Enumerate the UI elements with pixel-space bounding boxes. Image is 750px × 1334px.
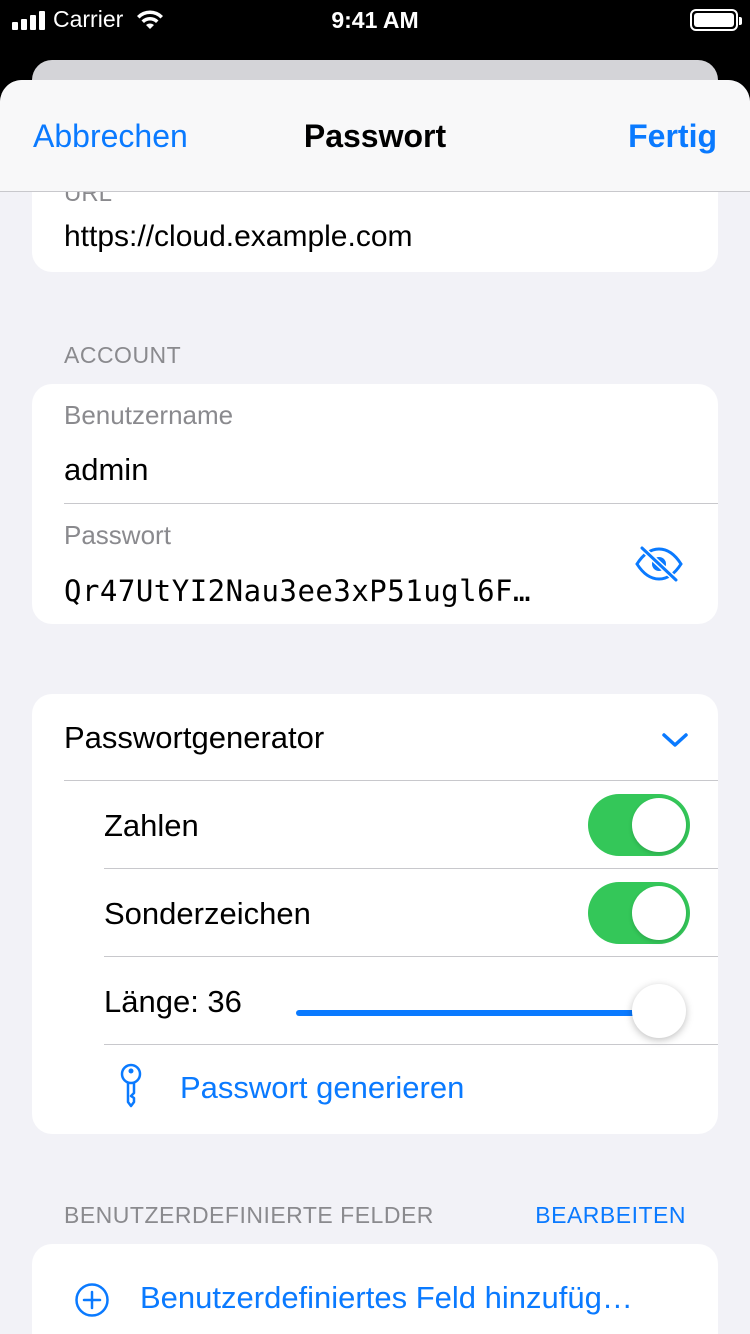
divider — [104, 868, 718, 869]
length-label: Länge: 36 — [104, 984, 242, 1019]
add-custom-field-button[interactable]: Benutzerdefiniertes Feld hinzufüg… — [140, 1280, 633, 1316]
done-button[interactable]: Fertig — [628, 118, 717, 155]
divider — [104, 956, 718, 957]
length-slider[interactable] — [296, 1010, 658, 1016]
username-label: Benutzername — [64, 400, 234, 430]
divider — [64, 503, 718, 504]
battery-icon — [690, 9, 742, 31]
divider — [64, 780, 718, 781]
password-field[interactable]: Qr47UtYI2Nau3ee3xP51ugl6F… — [64, 574, 624, 608]
chevron-down-icon[interactable] — [660, 730, 690, 750]
cancel-button[interactable]: Abbrechen — [33, 118, 188, 155]
generate-password-button[interactable]: Passwort generieren — [180, 1070, 464, 1106]
account-card: Benutzername admin Passwort Qr47UtYI2Nau… — [32, 384, 718, 624]
password-generator-card: Passwortgenerator Zahlen Sonderzeichen L… — [32, 694, 718, 1134]
custom-fields-card: Benutzerdefiniertes Feld hinzufüg… — [32, 1244, 718, 1334]
edit-custom-fields-button[interactable]: BEARBEITEN — [535, 1202, 686, 1229]
generator-title[interactable]: Passwortgenerator — [64, 720, 324, 756]
custom-fields-header: BENUTZERDEFINIERTE FELDER — [64, 1202, 434, 1228]
navigation-bar: Abbrechen Passwort Fertig — [0, 80, 750, 192]
username-field[interactable]: admin — [64, 452, 148, 488]
special-chars-label: Sonderzeichen — [104, 896, 311, 931]
plus-circle-icon[interactable] — [74, 1282, 110, 1318]
numbers-label: Zahlen — [104, 808, 199, 843]
divider — [104, 1044, 718, 1045]
account-section-header: ACCOUNT — [64, 342, 182, 368]
key-icon — [120, 1063, 142, 1108]
status-bar: Carrier 9:41 AM — [0, 0, 750, 40]
password-label: Passwort — [64, 520, 171, 550]
special-chars-toggle[interactable] — [588, 882, 690, 944]
numbers-toggle[interactable] — [588, 794, 690, 856]
status-time: 9:41 AM — [331, 7, 419, 33]
url-field[interactable]: https://cloud.example.com — [64, 220, 413, 254]
password-sheet: Abbrechen Passwort Fertig URL https://cl… — [0, 80, 750, 1334]
length-slider-thumb[interactable] — [632, 984, 686, 1038]
eye-slash-icon[interactable] — [634, 544, 684, 584]
